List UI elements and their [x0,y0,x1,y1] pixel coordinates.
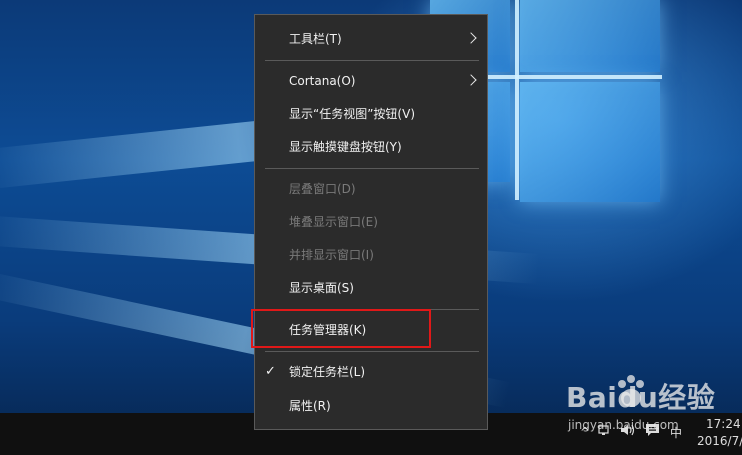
menu-item-show-desktop[interactable]: 显示桌面(S) [255,273,487,303]
chevron-right-icon [465,74,477,86]
watermark-brand: Baidu经验 [566,381,716,414]
menu-item-label: 显示桌面(S) [289,281,354,295]
windows-logo-pane [520,0,660,72]
menu-item-side-by-side: 并排显示窗口(I) [255,240,487,270]
menu-item-show-touch-keyboard[interactable]: 显示触摸键盘按钮(Y) [255,132,487,162]
menu-item-label: 锁定任务栏(L) [289,365,366,379]
taskbar-context-menu: 工具栏(T) Cortana(O) 显示“任务视图”按钮(V) 显示触摸键盘按钮… [254,14,488,430]
menu-item-label: 层叠窗口(D) [289,182,356,196]
windows-logo-pane [520,82,660,202]
menu-separator [265,351,479,352]
menu-item-label: Cortana(O) [289,74,356,88]
menu-item-cascade-windows: 层叠窗口(D) [255,174,487,204]
menu-item-cortana[interactable]: Cortana(O) [255,66,487,96]
menu-item-properties[interactable]: 属性(R) [255,391,487,421]
baidu-jingyan-watermark: Baidu经验 jingyan.baidu.com [566,368,742,440]
menu-item-label: 堆叠显示窗口(E) [289,215,378,229]
menu-item-label: 工具栏(T) [289,32,342,46]
checkmark-icon: ✓ [265,364,276,379]
menu-separator [265,168,479,169]
menu-item-label: 属性(R) [289,399,331,413]
menu-separator [265,60,479,61]
watermark-url: jingyan.baidu.com [568,418,679,432]
menu-item-label: 显示触摸键盘按钮(Y) [289,140,402,154]
menu-item-stack-windows: 堆叠显示窗口(E) [255,207,487,237]
chevron-right-icon [465,32,477,44]
menu-item-toolbars[interactable]: 工具栏(T) [255,24,487,54]
menu-item-lock-taskbar[interactable]: ✓ 锁定任务栏(L) [255,357,487,387]
highlight-box [251,309,431,348]
windows-logo-divider [515,0,519,200]
menu-item-label: 显示“任务视图”按钮(V) [289,107,416,121]
menu-item-label: 并排显示窗口(I) [289,248,374,262]
menu-item-show-task-view[interactable]: 显示“任务视图”按钮(V) [255,99,487,129]
